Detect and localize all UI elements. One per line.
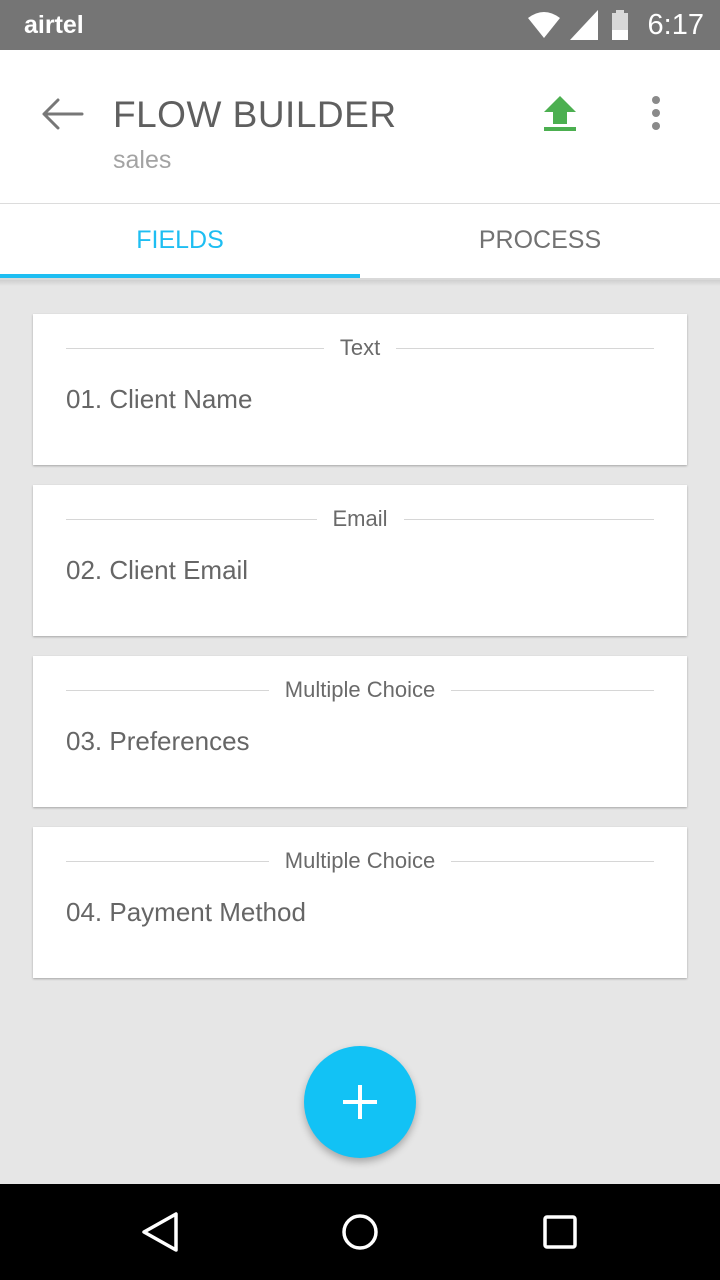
field-card[interactable]: Email 02. Client Email [33,485,687,636]
signal-icon [570,10,598,40]
page-title: FLOW BUILDER [113,94,397,135]
field-type-label: Multiple Choice [284,677,436,702]
divider [451,860,654,862]
divider [66,518,317,520]
divider [66,347,324,349]
divider [66,860,269,862]
home-circle-icon [342,1214,378,1250]
tab-fields[interactable]: FIELDS [0,204,360,278]
wifi-icon [528,12,560,38]
tab-bar: FIELDS PROCESS [0,204,720,280]
battery-icon [612,10,628,40]
nav-recents-button[interactable] [538,1210,582,1254]
field-card[interactable]: Multiple Choice 03. Preferences [33,656,687,807]
tab-process[interactable]: PROCESS [360,204,720,278]
status-bar: airtel 6:17 [0,0,720,50]
field-type-row: Email [66,505,655,533]
field-type-row: Text [66,334,655,362]
upload-icon [544,96,576,131]
tab-bar-shadow [0,280,720,286]
field-name: 04. Payment Method [66,897,306,927]
field-name: 03. Preferences [66,726,250,756]
field-name: 01. Client Name [66,384,253,414]
back-button[interactable] [34,92,92,136]
carrier-name: airtel [24,11,84,39]
field-name: 02. Client Email [66,555,249,585]
add-field-button[interactable] [304,1046,416,1158]
page-subtitle: sales [113,146,172,174]
field-list: Text 01. Client Name Email 02. Client Em… [33,314,687,998]
arrow-back-icon [42,98,84,130]
recents-square-icon [543,1215,577,1249]
status-icons [528,10,628,40]
nav-home-button[interactable] [338,1210,382,1254]
divider [451,689,654,691]
field-card[interactable]: Text 01. Client Name [33,314,687,465]
divider [403,518,655,520]
plus-icon [343,1085,377,1119]
active-tab-indicator [0,274,360,278]
divider [66,689,269,691]
clock: 6:17 [647,9,704,41]
field-type-label: Email [332,506,388,531]
field-type-label: Multiple Choice [284,848,436,873]
field-type-row: Multiple Choice [66,676,654,704]
app-bar: FLOW BUILDER sales [0,50,720,204]
more-options-button[interactable] [642,94,670,134]
upload-button[interactable] [538,92,582,136]
more-vert-icon [652,96,660,130]
divider [396,347,655,349]
field-type-row: Multiple Choice [66,847,654,875]
navigation-bar [0,1184,720,1280]
field-type-label: Text [339,335,381,360]
field-card[interactable]: Multiple Choice 04. Payment Method [33,827,687,978]
back-triangle-icon [142,1212,178,1252]
nav-back-button[interactable] [138,1210,182,1254]
